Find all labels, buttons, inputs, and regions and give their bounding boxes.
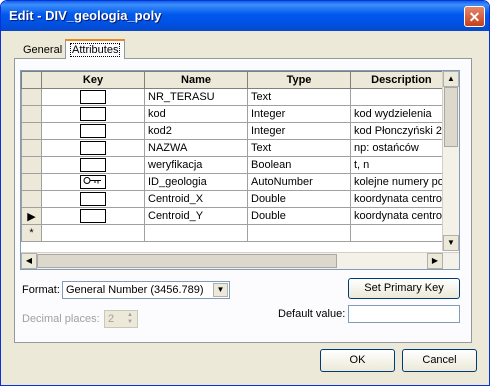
cell-description[interactable]: koordynata centroi [350, 190, 453, 208]
format-select[interactable]: General Number (3456.789) ▼ [62, 281, 230, 299]
cell-type[interactable]: Text [247, 88, 351, 106]
column-header-description[interactable]: Description [350, 71, 453, 89]
key-box [80, 90, 106, 104]
cell-description[interactable] [350, 88, 453, 106]
key-cell[interactable] [41, 105, 145, 123]
key-box [80, 192, 106, 206]
cell-description[interactable]: t, n [350, 156, 453, 174]
horizontal-scroll-thumb[interactable] [37, 254, 337, 268]
scroll-left-button[interactable]: ◀ [21, 253, 37, 269]
cell-description[interactable]: kod Płonczyński 20 [350, 122, 453, 140]
cell-name[interactable]: Centroid_X [144, 190, 248, 208]
cell-description[interactable]: np: ostańców [350, 139, 453, 157]
scroll-up-button[interactable]: ▲ [443, 71, 459, 87]
cell-type[interactable]: Integer [247, 122, 351, 140]
cell-type[interactable]: Double [247, 207, 351, 225]
key-icon [80, 175, 106, 189]
ok-button[interactable]: OK [320, 349, 395, 372]
spin-down-icon: ▼ [127, 319, 133, 325]
window-title: Edit - DIV_geologia_poly [9, 8, 162, 23]
table-row[interactable]: ▶ Centroid_Y Double koordynata centroi [21, 207, 453, 225]
cell-name[interactable]: kod2 [144, 122, 248, 140]
key-box [80, 107, 106, 121]
key-cell[interactable] [41, 173, 145, 191]
format-value: General Number (3456.789) [66, 284, 204, 296]
cell-type[interactable]: Integer [247, 105, 351, 123]
decimal-places-value: 2 [108, 313, 115, 325]
cell-name[interactable]: weryfikacja [144, 156, 248, 174]
key-cell[interactable] [41, 207, 145, 225]
row-selector[interactable] [21, 190, 42, 208]
row-selector[interactable] [21, 173, 42, 191]
new-record-marker[interactable]: * [21, 224, 42, 242]
key-cell[interactable] [41, 139, 145, 157]
key-box [80, 124, 106, 138]
format-label: Format: [22, 284, 60, 296]
table-row[interactable]: weryfikacja Boolean t, n [21, 156, 453, 174]
row-selector[interactable] [21, 105, 42, 123]
key-cell[interactable] [41, 156, 145, 174]
new-record-row[interactable]: * [21, 224, 453, 242]
tab-attributes[interactable]: Attributes [65, 39, 126, 59]
decimal-places-label: Decimal places: [22, 313, 100, 325]
cell-type[interactable]: AutoNumber [247, 173, 351, 191]
key-box [80, 158, 106, 172]
row-selector-header [21, 71, 42, 89]
table-row[interactable]: kod2 Integer kod Płonczyński 20 [21, 122, 453, 140]
tab-attributes-label: Attributes [70, 43, 121, 57]
decimal-places-spinner: 2 ▲ ▼ [104, 310, 138, 328]
vertical-scrollbar[interactable]: ▲ ▼ [442, 71, 459, 251]
key-cell[interactable] [41, 190, 145, 208]
table-row[interactable]: Centroid_X Double koordynata centroi [21, 190, 453, 208]
table-row[interactable]: NAZWA Text np: ostańców [21, 139, 453, 157]
row-selector[interactable] [21, 156, 42, 174]
row-selector[interactable]: ▶ [21, 207, 42, 225]
table-row[interactable]: kod Integer kod wydzielenia [21, 105, 453, 123]
cell-name[interactable]: ID_geologia [144, 173, 248, 191]
column-header-key[interactable]: Key [41, 71, 145, 89]
empty-cell[interactable] [247, 224, 351, 242]
title-bar[interactable]: Edit - DIV_geologia_poly ✕ [1, 1, 489, 31]
fields-grid[interactable]: Key Name Type Description NR_TERASU Text k… [20, 70, 460, 270]
fields-table: Key Name Type Description NR_TERASU Text k… [21, 71, 453, 242]
default-value-input[interactable] [348, 305, 460, 323]
row-selector[interactable] [21, 139, 42, 157]
cell-description[interactable]: kolejne numery poli [350, 173, 453, 191]
column-header-type[interactable]: Type [247, 71, 351, 89]
table-row[interactable]: ID_geologia AutoNumber kolejne numery poli [21, 173, 453, 191]
table-row[interactable]: NR_TERASU Text [21, 88, 453, 106]
cell-type[interactable]: Double [247, 190, 351, 208]
cell-name[interactable]: Centroid_Y [144, 207, 248, 225]
default-value-label: Default value: [278, 308, 346, 320]
empty-cell[interactable] [144, 224, 248, 242]
cell-description[interactable]: koordynata centroi [350, 207, 453, 225]
cell-description[interactable]: kod wydzielenia [350, 105, 453, 123]
row-selector[interactable] [21, 88, 42, 106]
row-selector[interactable] [21, 122, 42, 140]
empty-cell[interactable] [41, 224, 145, 242]
close-button[interactable]: ✕ [464, 6, 485, 27]
header-row: Key Name Type Description [21, 71, 453, 89]
cancel-button[interactable]: Cancel [402, 349, 477, 372]
key-box [80, 141, 106, 155]
vertical-scroll-thumb[interactable] [444, 87, 458, 147]
cell-name[interactable]: kod [144, 105, 248, 123]
key-box [80, 209, 106, 223]
key-cell[interactable] [41, 88, 145, 106]
spin-up-icon: ▲ [127, 312, 133, 318]
cell-name[interactable]: NR_TERASU [144, 88, 248, 106]
set-primary-key-button[interactable]: Set Primary Key [348, 278, 460, 299]
cell-type[interactable]: Text [247, 139, 351, 157]
cell-name[interactable]: NAZWA [144, 139, 248, 157]
scroll-down-button[interactable]: ▼ [443, 235, 459, 251]
key-cell[interactable] [41, 122, 145, 140]
chevron-down-icon[interactable]: ▼ [213, 283, 228, 297]
empty-cell[interactable] [350, 224, 453, 242]
scroll-right-button[interactable]: ▶ [427, 253, 443, 269]
cell-type[interactable]: Boolean [247, 156, 351, 174]
horizontal-scrollbar[interactable]: ◀ ▶ [21, 252, 459, 269]
column-header-name[interactable]: Name [144, 71, 248, 89]
